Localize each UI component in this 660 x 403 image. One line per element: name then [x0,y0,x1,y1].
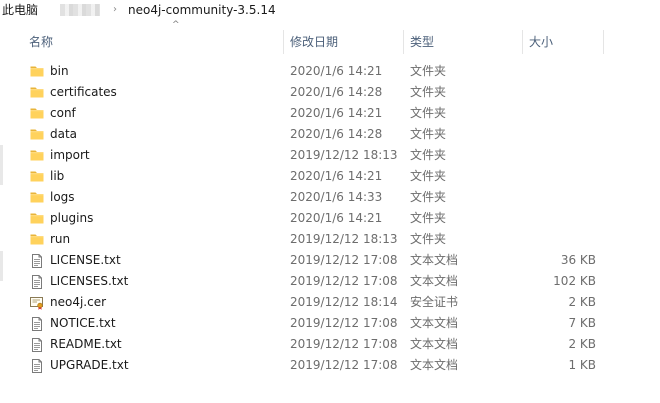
folder-icon [30,211,44,225]
breadcrumb-current-folder[interactable]: neo4j-community-3.5.14 [128,2,276,18]
file-name: logs [50,190,75,204]
sort-ascending-icon: ^ [172,20,180,30]
column-divider[interactable] [603,30,604,54]
file-name: LICENSE.txt [50,253,121,267]
file-name: LICENSES.txt [50,274,129,288]
file-name: README.txt [50,337,122,351]
modified-date: 2020/1/6 14:28 [290,127,383,141]
file-type: 安全证书 [410,295,459,309]
folder-icon [30,232,44,246]
file-row[interactable]: plugins 2020/1/6 14:21 文件夹 [0,208,600,229]
modified-date: 2020/1/6 14:33 [290,190,383,204]
file-type: 文本文档 [410,316,459,330]
column-header-name-label: 名称 [29,35,54,49]
file-name: data [50,127,78,141]
file-type: 文本文档 [410,274,459,288]
file-type: 文件夹 [410,106,447,120]
modified-date: 2020/1/6 14:21 [290,169,383,183]
breadcrumb-separator-icon[interactable]: › [113,3,117,17]
column-header-size-label: 大小 [529,35,554,49]
text-file-icon [30,337,44,352]
file-type: 文件夹 [410,211,447,225]
file-list: bin 2020/1/6 14:21 文件夹 certificates 2020/1/… [0,61,660,376]
file-row[interactable]: run 2019/12/12 18:13 文件夹 [0,229,600,250]
file-row[interactable]: conf 2020/1/6 14:21 文件夹 [0,103,600,124]
file-row[interactable]: bin 2020/1/6 14:21 文件夹 [0,61,600,82]
file-type: 文本文档 [410,253,459,267]
file-type: 文件夹 [410,232,447,246]
text-file-icon [30,358,44,373]
file-size: 2 KB [568,295,596,309]
file-name: certificates [50,85,117,99]
file-size: 36 KB [560,253,596,267]
modified-date: 2020/1/6 14:21 [290,64,383,78]
breadcrumb[interactable]: 此电脑 › neo4j-community-3.5.14 [0,0,660,20]
certificate-file-icon [30,295,44,310]
file-type: 文件夹 [410,148,447,162]
file-type: 文件夹 [410,85,447,99]
file-row[interactable]: README.txt 2019/12/12 17:08 文本文档 2 KB [0,334,600,355]
file-name: conf [50,106,76,120]
file-name: NOTICE.txt [50,316,116,330]
file-row[interactable]: certificates 2020/1/6 14:28 文件夹 [0,82,600,103]
file-type: 文件夹 [410,127,447,141]
text-file-icon [30,316,44,331]
file-size: 102 KB [553,274,596,288]
text-file-icon [30,274,44,289]
file-size: 2 KB [568,337,596,351]
file-row[interactable]: NOTICE.txt 2019/12/12 17:08 文本文档 7 KB [0,313,600,334]
file-row[interactable]: UPGRADE.txt 2019/12/12 17:08 文本文档 1 KB [0,355,600,376]
folder-icon [30,190,44,204]
file-row[interactable]: data 2020/1/6 14:28 文件夹 [0,124,600,145]
file-explorer-window: 此电脑 › neo4j-community-3.5.14 ^ 名称 修改日期 类… [0,0,660,403]
file-name: import [50,148,90,162]
file-row[interactable]: LICENSE.txt 2019/12/12 17:08 文本文档 36 KB [0,250,600,271]
folder-icon [30,85,44,99]
file-size: 1 KB [568,358,596,372]
modified-date: 2019/12/12 18:13 [290,232,398,246]
file-name: run [50,232,71,246]
folder-icon [30,106,44,120]
column-header-date[interactable]: 修改日期 [284,26,404,58]
column-header-date-label: 修改日期 [290,35,339,49]
breadcrumb-this-pc[interactable]: 此电脑 [2,2,38,18]
file-row[interactable]: neo4j.cer 2019/12/12 18:14 安全证书 2 KB [0,292,600,313]
modified-date: 2019/12/12 18:14 [290,295,398,309]
breadcrumb-redacted-segment [60,4,100,16]
file-size: 7 KB [568,316,596,330]
column-header-row: ^ 名称 修改日期 类型 大小 [0,20,660,58]
folder-icon [30,127,44,141]
modified-date: 2019/12/12 17:08 [290,358,398,372]
column-header-name[interactable]: ^ 名称 [23,20,283,58]
file-row[interactable]: logs 2020/1/6 14:33 文件夹 [0,187,600,208]
modified-date: 2019/12/12 18:13 [290,148,398,162]
modified-date: 2020/1/6 14:21 [290,211,383,225]
file-type: 文件夹 [410,190,447,204]
column-header-type-label: 类型 [410,35,435,49]
file-type: 文本文档 [410,358,459,372]
column-header-type[interactable]: 类型 [404,26,523,58]
modified-date: 2020/1/6 14:21 [290,106,383,120]
modified-date: 2019/12/12 17:08 [290,337,398,351]
folder-icon [30,169,44,183]
file-name: plugins [50,211,94,225]
file-row[interactable]: import 2019/12/12 18:13 文件夹 [0,145,600,166]
file-type: 文件夹 [410,169,447,183]
file-name: bin [50,64,69,78]
file-name: lib [50,169,65,183]
modified-date: 2019/12/12 17:08 [290,316,398,330]
column-header-size[interactable]: 大小 [523,26,603,58]
folder-icon [30,64,44,78]
modified-date: 2019/12/12 17:08 [290,274,398,288]
file-type: 文件夹 [410,64,447,78]
file-row[interactable]: lib 2020/1/6 14:21 文件夹 [0,166,600,187]
file-type: 文本文档 [410,337,459,351]
file-name: neo4j.cer [50,295,107,309]
folder-icon [30,148,44,162]
modified-date: 2019/12/12 17:08 [290,253,398,267]
file-name: UPGRADE.txt [50,358,129,372]
modified-date: 2020/1/6 14:28 [290,85,383,99]
file-row[interactable]: LICENSES.txt 2019/12/12 17:08 文本文档 102 KB [0,271,600,292]
text-file-icon [30,253,44,268]
